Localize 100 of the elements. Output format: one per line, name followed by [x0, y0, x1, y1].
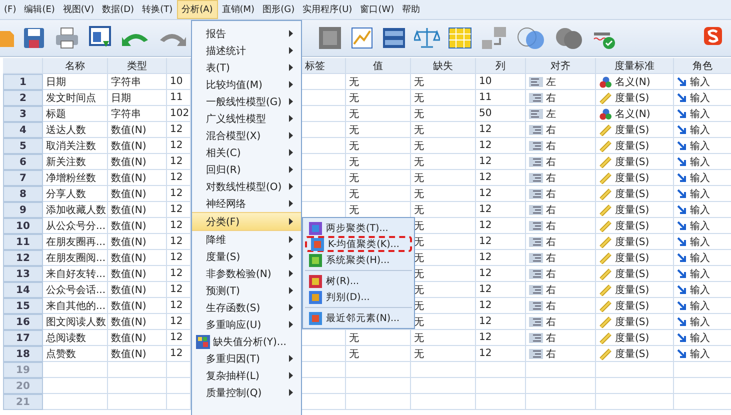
chart-icon[interactable]: [350, 26, 374, 50]
cell-text: 输入: [690, 220, 710, 232]
align-right-icon: [529, 300, 543, 310]
input-method-icon[interactable]: [703, 26, 723, 46]
menu-item[interactable]: 视图(V): [58, 0, 98, 19]
grid-icon[interactable]: [318, 26, 342, 50]
menu-item[interactable]: 广义线性模型: [192, 110, 301, 127]
menu-item[interactable]: 多重归因(T): [192, 350, 301, 367]
submenu-arrow-icon: [289, 81, 293, 88]
row-number[interactable]: 11: [3, 234, 43, 250]
menu-item[interactable]: 转换(T): [138, 0, 177, 19]
menu-item[interactable]: 帮助: [398, 0, 424, 19]
align-right-icon: [529, 252, 543, 262]
menu-item[interactable]: 回归(R): [192, 161, 301, 178]
menu-item[interactable]: 神经网络: [192, 195, 301, 212]
menu-item[interactable]: 实用程序(U): [298, 0, 356, 19]
menu-item[interactable]: 缺失值分析(Y)...: [192, 333, 301, 350]
nominal-icon: [599, 76, 612, 88]
menu-item[interactable]: 分析(A): [176, 0, 218, 19]
menu-item[interactable]: 非参数检验(N): [192, 265, 301, 282]
table-cell: [526, 378, 596, 394]
menu-item[interactable]: 比较均值(M): [192, 76, 301, 93]
menu-item[interactable]: 表(T): [192, 59, 301, 76]
menu-item[interactable]: 最近邻元素(N)...: [305, 310, 412, 326]
row-number[interactable]: 15: [3, 298, 43, 314]
row-number[interactable]: 7: [3, 170, 43, 186]
menu-item[interactable]: 复杂抽样(L): [192, 367, 301, 384]
ruler-icon: [599, 124, 612, 136]
save-icon[interactable]: [22, 26, 46, 50]
menu-item[interactable]: 质量控制(Q): [192, 384, 301, 401]
menu-item[interactable]: 度量(S): [192, 248, 301, 265]
submenu-arrow-icon: [289, 218, 293, 225]
cell-text: 度量(S): [615, 252, 650, 264]
ruler-icon: [599, 332, 612, 344]
menu-item[interactable]: 描述统计: [192, 42, 301, 59]
row-number[interactable]: 8: [3, 186, 43, 202]
menu-item[interactable]: 两步聚类(T)...: [305, 220, 412, 236]
row-number[interactable]: 16: [3, 314, 43, 330]
table-icon[interactable]: [382, 26, 406, 50]
row-number[interactable]: 14: [3, 282, 43, 298]
nominal-icon: [599, 108, 612, 120]
arrow-icon: [677, 284, 687, 294]
menu-item[interactable]: 相关(C): [192, 144, 301, 161]
menu-item[interactable]: 编辑(E): [20, 0, 59, 19]
cell-text: 度量(S): [615, 172, 650, 184]
menu-item[interactable]: 直销(M): [218, 0, 259, 19]
menu-item[interactable]: 生存函数(S): [192, 299, 301, 316]
table-cell: [346, 378, 411, 394]
table-cell: 12: [476, 298, 526, 314]
table-cell: 12: [476, 138, 526, 154]
menu-item[interactable]: (F): [0, 0, 20, 19]
table-cell: 无: [346, 74, 411, 90]
row-number[interactable]: 17: [3, 330, 43, 346]
column-header: 名称: [43, 58, 108, 74]
menu-item[interactable]: 图形(G): [258, 0, 299, 19]
table-cell: [108, 378, 167, 394]
ruler-icon: [599, 92, 612, 104]
table-cell: 添加收藏人数: [43, 202, 108, 218]
row-number[interactable]: 5: [3, 138, 43, 154]
print-icon[interactable]: [54, 26, 80, 50]
arrow-icon: [677, 108, 687, 118]
table-cell: 无: [346, 330, 411, 346]
row-number[interactable]: 9: [3, 202, 43, 218]
table-icon[interactable]: [448, 26, 472, 50]
ruler-icon: [599, 236, 612, 248]
row-number[interactable]: 13: [3, 266, 43, 282]
menu-item[interactable]: 树(R)...: [305, 273, 412, 289]
row-number[interactable]: 2: [3, 90, 43, 106]
table-cell: [411, 378, 476, 394]
cell-text: 输入: [690, 348, 710, 360]
scale-icon[interactable]: [414, 26, 440, 50]
menu-item[interactable]: 混合模型(X): [192, 127, 301, 144]
menu-item[interactable]: 判别(D)...: [305, 289, 412, 305]
row-number[interactable]: 10: [3, 218, 43, 234]
row-number[interactable]: 3: [3, 106, 43, 122]
circles-icon[interactable]: [554, 26, 584, 50]
menu-item[interactable]: 多重响应(U): [192, 316, 301, 333]
table-cell: 发文时间点: [43, 90, 108, 106]
table-cell: 12: [476, 154, 526, 170]
menu-item[interactable]: 一般线性模型(G): [192, 93, 301, 110]
menu-item[interactable]: K-均值聚类(K)...: [305, 236, 412, 252]
menu-item[interactable]: 系统聚类(H)...: [305, 252, 412, 268]
menu-item[interactable]: 报告: [192, 25, 301, 42]
table-cell: 数值(N): [108, 202, 167, 218]
row-number[interactable]: 12: [3, 250, 43, 266]
menu-item[interactable]: 数据(D): [98, 0, 138, 19]
cell-text: 度量(S): [615, 156, 650, 168]
cell-text: 输入: [690, 316, 710, 328]
row-number[interactable]: 6: [3, 154, 43, 170]
menu-item[interactable]: 对数线性模型(O): [192, 178, 301, 195]
menu-item[interactable]: 分类(F): [192, 212, 301, 231]
menu-item[interactable]: 预测(T): [192, 282, 301, 299]
row-number[interactable]: 18: [3, 346, 43, 362]
menu-item[interactable]: 窗口(W): [356, 0, 398, 19]
row-number[interactable]: 1: [3, 74, 43, 90]
menu-item[interactable]: 降维: [192, 231, 301, 248]
row-number[interactable]: 4: [3, 122, 43, 138]
transpose-icon[interactable]: [480, 26, 508, 50]
venn-icon[interactable]: [516, 26, 546, 50]
submenu-arrow-icon: [289, 236, 293, 243]
